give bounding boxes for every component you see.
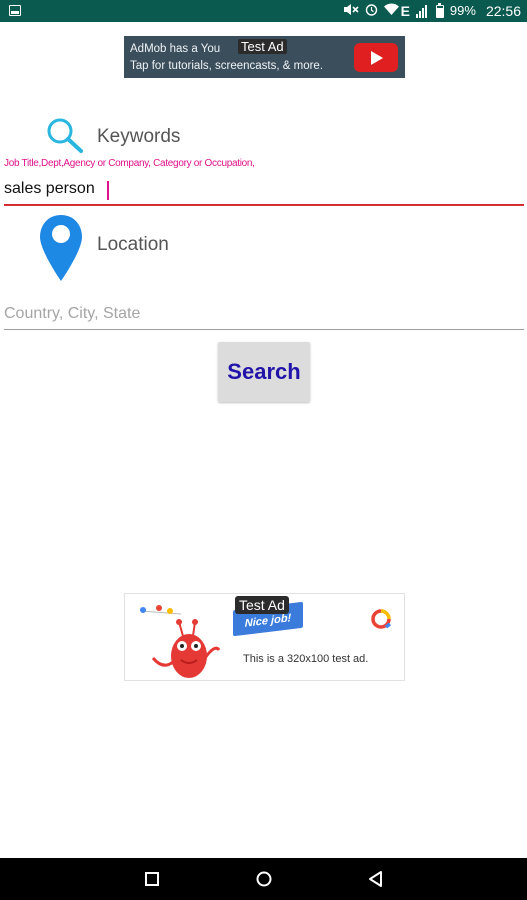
monster-mascot-icon xyxy=(151,619,221,678)
text-cursor xyxy=(107,181,109,200)
dots-icon xyxy=(140,605,182,615)
keywords-hint: Job Title,Dept,Agency or Company, Catego… xyxy=(4,158,255,169)
youtube-play-icon xyxy=(354,43,398,72)
screen: E 99% 22:56 AdMob has a You! Tap for tut… xyxy=(0,0,527,900)
search-icon xyxy=(47,118,83,153)
network-type: E xyxy=(400,3,410,19)
bottom-banner-ad[interactable]: Nice job! Test Ad This is a 320x100 test… xyxy=(124,593,405,681)
status-bar: E 99% 22:56 xyxy=(0,0,527,22)
admob-logo-icon xyxy=(371,609,392,629)
location-pin-icon xyxy=(40,215,82,281)
test-ad-label: Test Ad xyxy=(238,39,287,54)
top-banner-ad[interactable]: AdMob has a You! Tap for tutorials, scre… xyxy=(124,36,405,78)
clock: 22:56 xyxy=(485,3,521,19)
back-triangle-icon[interactable] xyxy=(366,869,386,889)
ad-text: This is a 320x100 test ad. xyxy=(243,653,369,665)
recents-square-icon[interactable] xyxy=(142,869,162,889)
wifi-icon xyxy=(383,3,399,19)
ad-line-1: AdMob has a You xyxy=(130,43,221,55)
search-button[interactable]: Search xyxy=(218,342,310,402)
mute-icon xyxy=(343,3,359,20)
home-circle-icon[interactable] xyxy=(254,869,274,889)
navigation-bar xyxy=(0,858,527,900)
location-title: Location xyxy=(97,234,169,255)
signal-icon xyxy=(415,4,430,18)
screenshot-icon xyxy=(9,5,21,16)
location-input[interactable] xyxy=(4,302,524,330)
battery-level: 99% xyxy=(449,3,476,18)
keywords-input[interactable] xyxy=(4,178,524,206)
test-ad-label: Test Ad xyxy=(235,596,289,614)
alarm-icon xyxy=(365,3,378,20)
keywords-title: Keywords xyxy=(97,126,181,147)
battery-icon xyxy=(435,2,444,18)
